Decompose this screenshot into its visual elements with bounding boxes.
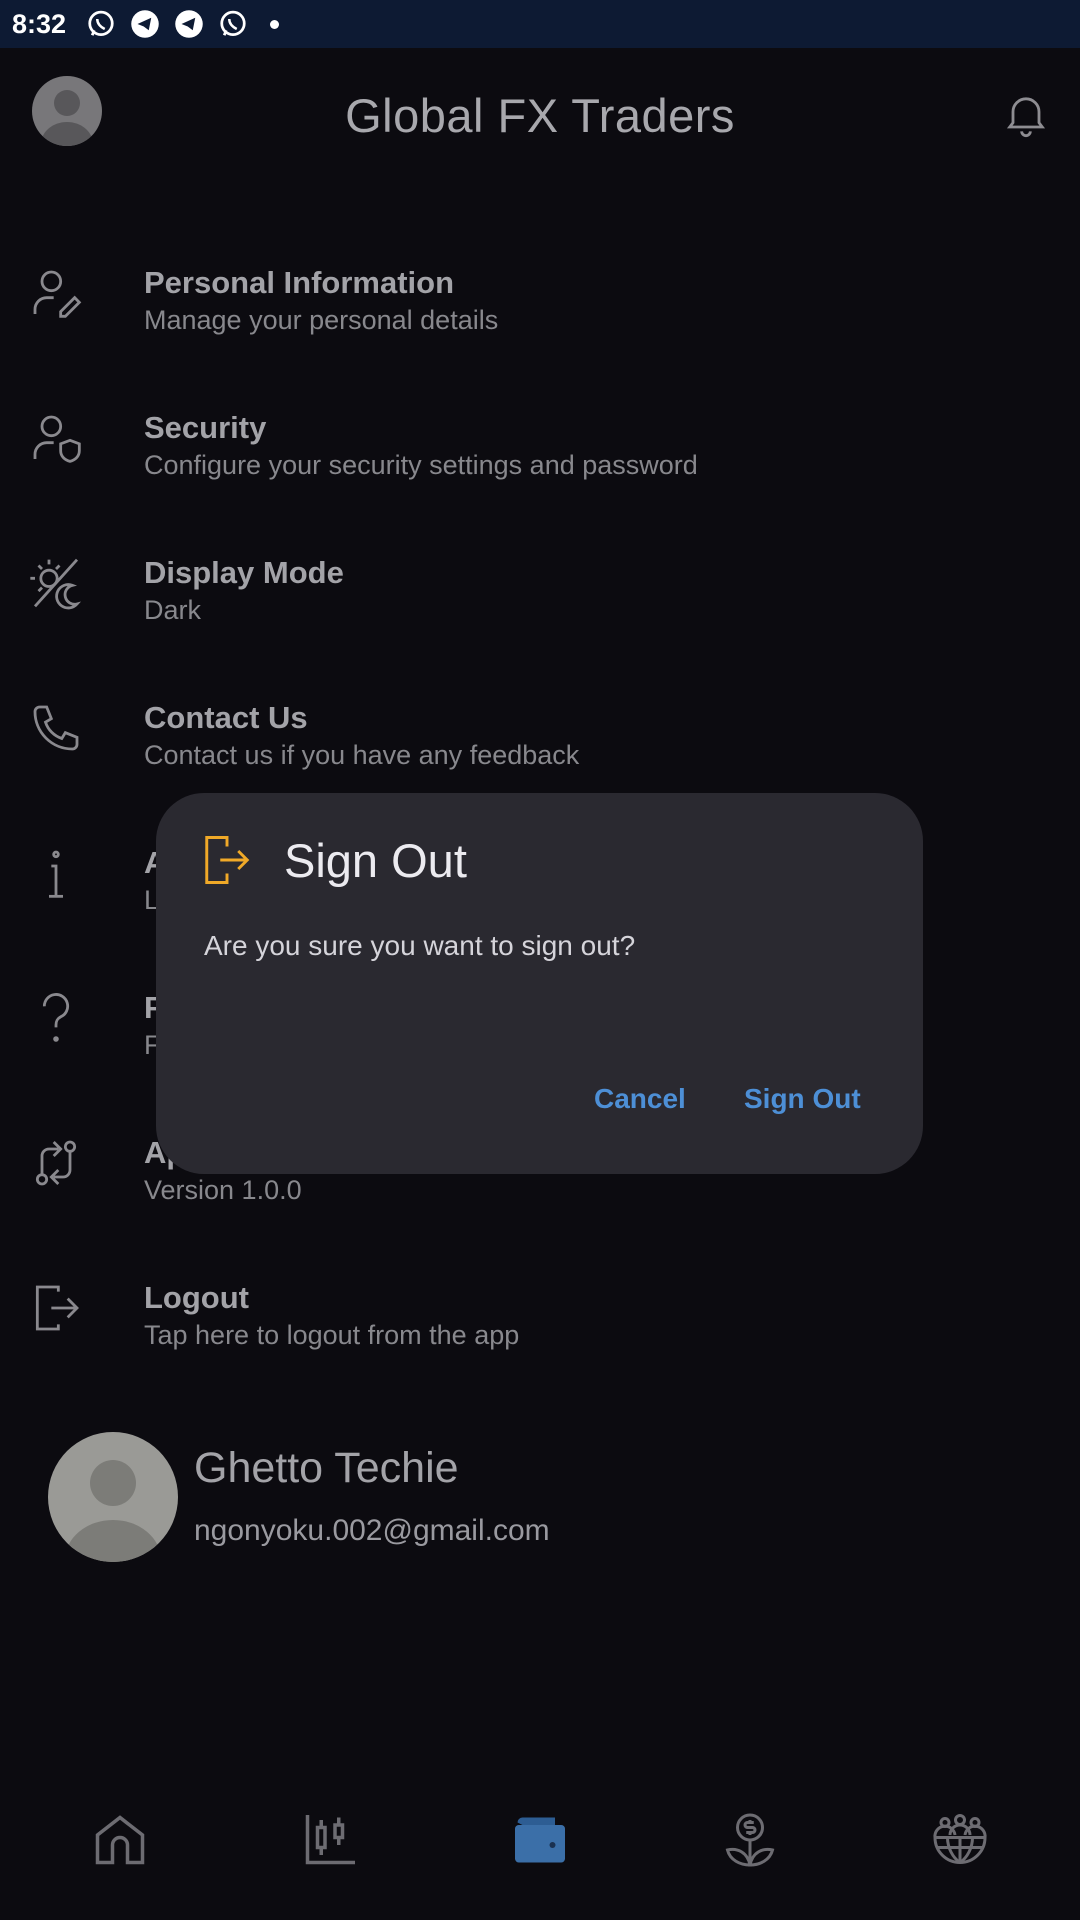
sign-out-button[interactable]: Sign Out (744, 1083, 861, 1115)
dialog-message: Are you sure you want to sign out? (204, 930, 636, 961)
status-bar: 8:32 (0, 0, 1080, 48)
screen: 8:32 Global FX Traders Personal Informat… (0, 0, 1080, 1920)
cancel-button[interactable]: Cancel (594, 1083, 686, 1115)
dialog-title: Sign Out (284, 834, 467, 887)
whatsapp-icon (88, 10, 114, 36)
more-notifications-dot (270, 19, 280, 29)
telegram-icon (131, 10, 159, 38)
telegram-icon (175, 10, 203, 38)
sign-out-dialog: Sign Out Are you sure you want to sign o… (156, 793, 923, 1174)
sign-out-icon (205, 836, 250, 884)
status-time: 8:32 (12, 8, 67, 39)
whatsapp-icon (220, 10, 246, 36)
